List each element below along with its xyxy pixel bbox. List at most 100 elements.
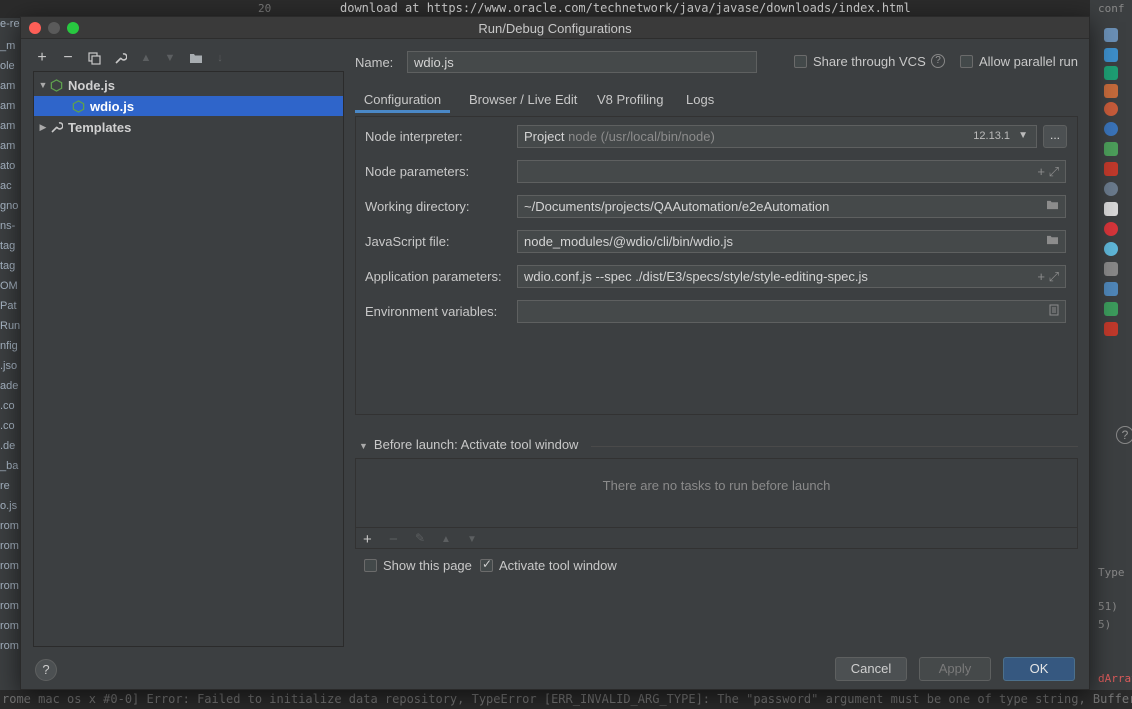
share-vcs-checkbox[interactable] (794, 55, 807, 68)
tool-icon[interactable] (1104, 202, 1118, 216)
copy-configuration-button[interactable] (85, 49, 103, 67)
remove-task-button[interactable]: − (389, 531, 398, 548)
editor-right-fragment: conf (1098, 2, 1125, 15)
before-launch-header[interactable]: ▼ Before launch: Activate tool window (359, 437, 578, 452)
editor-line-number: 20 (258, 2, 272, 15)
javascript-file-input[interactable]: node_modules/@wdio/cli/bin/wdio.js (517, 230, 1066, 253)
environment-variables-label: Environment variables: (365, 304, 498, 319)
folder-icon (190, 54, 202, 63)
tree-item-wdio[interactable]: wdio.js (34, 96, 343, 116)
tool-icon[interactable] (1104, 242, 1118, 256)
folder-icon[interactable] (1046, 199, 1059, 210)
help-button[interactable]: ? (35, 659, 57, 681)
name-label: Name: (355, 55, 394, 70)
tool-icon[interactable] (1104, 102, 1118, 116)
node-parameters-input[interactable]: + ⤢ (517, 160, 1066, 183)
document-icon[interactable] (1049, 304, 1059, 316)
wrench-icon (114, 52, 127, 64)
tool-icon[interactable] (1104, 322, 1118, 336)
project-tree-fragment: am (0, 120, 16, 132)
project-tree-fragment: Pat (0, 300, 17, 312)
before-launch-title: Before launch: Activate tool window (373, 437, 579, 452)
application-parameters-input[interactable]: wdio.conf.js --spec ./dist/E3/specs/styl… (517, 265, 1066, 288)
tool-icon[interactable] (1104, 262, 1118, 276)
activate-tool-window-label: Activate tool window (499, 558, 617, 573)
tool-icon[interactable] (1104, 282, 1118, 296)
tab-v8-profiling[interactable]: V8 Profiling (597, 87, 663, 113)
project-tree-fragment: ac (0, 180, 12, 192)
project-tree-fragment: .de (0, 440, 16, 452)
project-panel-fragment: e-results _mole am am am am ato ac gno ns-tag tag O… (0, 18, 20, 709)
project-tree-fragment: rom (0, 560, 19, 572)
tool-icon[interactable] (1104, 302, 1118, 316)
tool-icon[interactable] (1104, 182, 1118, 196)
tree-item-label: wdio.js (90, 98, 135, 114)
tree-item-nodejs[interactable]: ▼ Node.js (34, 75, 343, 95)
environment-variables-input[interactable] (517, 300, 1066, 323)
application-parameters-value: wdio.conf.js --spec ./dist/E3/specs/styl… (524, 269, 868, 284)
project-tree-fragment: .co (0, 420, 15, 432)
tasks-toolbar: + − ✎ ▲ ▼ (355, 527, 1078, 551)
move-down-button[interactable]: ▼ (161, 49, 179, 67)
browse-interpreter-button[interactable]: ... (1043, 125, 1067, 148)
dialog-title: Run/Debug Configurations (478, 21, 632, 36)
new-folder-button[interactable] (187, 49, 205, 67)
show-page-label: Show this page (383, 558, 472, 573)
show-page-checkbox[interactable] (364, 559, 377, 572)
project-tree-fragment: gno (0, 200, 19, 212)
node-parameters-label: Node parameters: (365, 164, 470, 179)
move-task-up-button[interactable]: ▲ (441, 534, 451, 545)
tool-icon[interactable] (1104, 66, 1118, 80)
apply-button[interactable]: Apply (919, 657, 991, 681)
ok-button[interactable]: OK (1003, 657, 1075, 681)
tree-item-templates[interactable]: ▶ Templates (34, 117, 343, 137)
move-up-button[interactable]: ▲ (137, 49, 155, 67)
help-icon[interactable]: ? (1116, 426, 1132, 444)
edit-defaults-button[interactable] (111, 49, 129, 67)
tab-logs[interactable]: Logs (686, 87, 714, 113)
copy-icon (87, 51, 101, 65)
section-divider (591, 446, 1078, 447)
help-icon[interactable]: ? (931, 54, 945, 68)
parallel-run-checkbox[interactable] (960, 55, 973, 68)
remove-configuration-button[interactable]: − (59, 49, 77, 67)
tab-configuration[interactable]: Configuration (355, 87, 450, 113)
add-expand-icon[interactable]: + ⤢ (1037, 164, 1059, 180)
add-expand-icon[interactable]: + ⤢ (1037, 269, 1059, 285)
collapse-arrow-icon[interactable]: ▶ (36, 122, 50, 133)
sort-button[interactable]: ↓ (211, 49, 229, 67)
tool-icon[interactable] (1104, 162, 1118, 176)
project-tree-fragment: ole (0, 60, 15, 72)
tool-icon[interactable] (1104, 142, 1118, 156)
tool-icon[interactable] (1104, 122, 1118, 136)
activate-tool-window-checkbox[interactable] (480, 557, 493, 572)
tool-icon[interactable] (1104, 84, 1118, 98)
working-directory-input[interactable]: ~/Documents/projects/QAAutomation/e2eAut… (517, 195, 1066, 218)
move-task-down-button[interactable]: ▼ (467, 534, 477, 545)
project-tree-fragment: OM (0, 280, 18, 292)
javascript-file-label: JavaScript file: (365, 234, 450, 249)
tool-icon[interactable] (1104, 28, 1118, 42)
edit-task-button[interactable]: ✎ (415, 531, 425, 545)
tool-icon[interactable] (1104, 222, 1118, 236)
chevron-down-icon[interactable]: ▼ (1018, 130, 1028, 141)
project-tree-fragment: tag (0, 260, 16, 272)
name-input[interactable] (407, 51, 757, 73)
node-interpreter-value: Project (524, 129, 565, 144)
project-tree-fragment: e-results (0, 18, 20, 30)
node-interpreter-label: Node interpreter: (365, 129, 463, 144)
project-tree-fragment: .co (0, 400, 15, 412)
project-tree-fragment: re (0, 480, 10, 492)
add-configuration-button[interactable]: + (33, 49, 51, 67)
collapse-arrow-icon[interactable]: ▼ (359, 441, 368, 451)
folder-icon[interactable] (1046, 234, 1059, 245)
cancel-button[interactable]: Cancel (835, 657, 907, 681)
tab-browser-live-edit[interactable]: Browser / Live Edit (469, 87, 577, 113)
tool-icon[interactable] (1104, 48, 1118, 62)
project-tree-fragment: am (0, 80, 16, 92)
expand-arrow-icon[interactable]: ▼ (36, 80, 50, 90)
editor-right-fragment: 5) (1098, 618, 1112, 631)
node-interpreter-combo[interactable]: Project node (/usr/local/bin/node) 12.13… (517, 125, 1037, 148)
add-task-button[interactable]: + (363, 531, 372, 548)
configuration-tree: ▼ Node.js wdio.js ▶ Templates (33, 71, 344, 647)
